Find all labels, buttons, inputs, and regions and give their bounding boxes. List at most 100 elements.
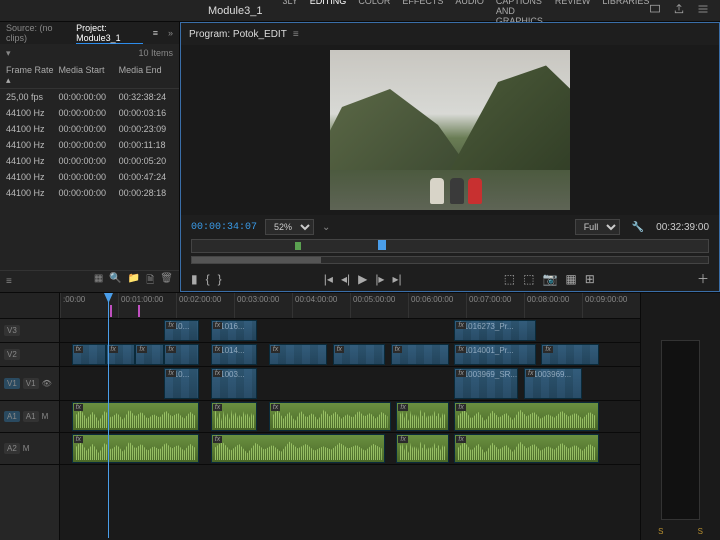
search-icon[interactable]: 🔍 bbox=[109, 273, 121, 290]
source-patch-v1[interactable]: V1 bbox=[4, 378, 20, 389]
step-back-icon[interactable]: ◂| bbox=[341, 272, 350, 286]
video-clip[interactable]: fx bbox=[72, 344, 107, 365]
col-media-end[interactable]: Media End bbox=[119, 65, 173, 86]
video-clip[interactable]: fxP1014001_Pr... bbox=[454, 344, 535, 365]
audio-meter[interactable] bbox=[661, 340, 700, 520]
audio-clip[interactable]: fx bbox=[396, 434, 448, 463]
play-icon[interactable]: ▶ bbox=[358, 272, 367, 286]
bin-row[interactable]: 44100 Hz00:00:00:0000:00:03:16 bbox=[0, 105, 179, 121]
program-tab[interactable]: Program: Potok_EDIT bbox=[189, 29, 287, 40]
mute-icon[interactable]: M bbox=[23, 444, 30, 453]
audio-clip[interactable]: fx bbox=[454, 402, 599, 431]
track-lanes[interactable]: fxP10...fxP1016...fxP1016273_Pr... fxfxf… bbox=[60, 319, 640, 540]
audio-clip[interactable]: fx bbox=[211, 402, 257, 431]
panel-expand-icon[interactable]: » bbox=[168, 28, 173, 38]
timeline-playhead[interactable] bbox=[108, 293, 109, 538]
video-clip[interactable]: fx bbox=[164, 344, 199, 365]
fx-badge: fx bbox=[456, 322, 465, 329]
workspace-menu-icon[interactable] bbox=[697, 3, 709, 18]
ruler-tick: 00:05:00:00 bbox=[350, 293, 408, 318]
track-header-a1[interactable]: A1A1M bbox=[0, 401, 59, 433]
quick-export-icon[interactable] bbox=[649, 3, 661, 18]
video-clip[interactable]: fxP1016... bbox=[211, 320, 257, 341]
button-editor-icon[interactable]: ＋ bbox=[697, 270, 709, 287]
fx-badge: fx bbox=[393, 346, 402, 353]
bin-row[interactable]: 44100 Hz00:00:00:0000:00:23:09 bbox=[0, 121, 179, 137]
extract-icon[interactable]: ⬚ bbox=[523, 272, 534, 286]
fx-badge: fx bbox=[456, 346, 465, 353]
video-monitor[interactable] bbox=[181, 45, 719, 215]
program-time-ruler[interactable] bbox=[191, 239, 709, 253]
zoom-dropdown-icon[interactable]: ⌄ bbox=[322, 222, 330, 233]
solo-right[interactable]: S bbox=[698, 527, 703, 536]
bin-row[interactable]: 44100 Hz00:00:00:0000:00:11:18 bbox=[0, 137, 179, 153]
title-bar: Module3_1 3LY EDITING COLOR EFFECTS AUDI… bbox=[0, 0, 720, 22]
export-frame-icon[interactable]: 📷 bbox=[542, 272, 557, 286]
video-clip[interactable]: fx bbox=[391, 344, 449, 365]
new-bin-icon[interactable]: 📁 bbox=[128, 273, 140, 290]
tab-source[interactable]: Source: (no clips) bbox=[6, 23, 66, 43]
share-icon[interactable] bbox=[673, 3, 685, 18]
audio-clip[interactable]: fx bbox=[72, 434, 200, 463]
delete-icon[interactable]: 🗑 bbox=[160, 273, 173, 290]
freeform-view-icon[interactable]: ▦ bbox=[94, 273, 103, 290]
audio-clip[interactable]: fx bbox=[396, 402, 448, 431]
ruler-marker[interactable] bbox=[295, 242, 301, 250]
comparison-view-icon[interactable]: ▦ bbox=[565, 272, 576, 286]
bin-row[interactable]: 44100 Hz00:00:00:0000:00:47:24 bbox=[0, 169, 179, 185]
timecode-out: 00:32:39:00 bbox=[656, 222, 709, 233]
program-panel-menu-icon[interactable]: ≡ bbox=[293, 29, 299, 40]
mark-in-icon[interactable]: { bbox=[206, 272, 210, 286]
timecode-in[interactable]: 00:00:34:07 bbox=[191, 222, 257, 233]
video-clip[interactable]: fx bbox=[333, 344, 385, 365]
video-clip[interactable]: fx bbox=[269, 344, 327, 365]
fx-badge: fx bbox=[213, 436, 222, 443]
step-forward-icon[interactable]: |▸ bbox=[375, 272, 384, 286]
bin-list[interactable]: 25,00 fps00:00:00:0000:32:38:2444100 Hz0… bbox=[0, 89, 179, 270]
source-patch-a1[interactable]: A1 bbox=[4, 411, 20, 422]
bin-row[interactable]: 25,00 fps00:00:00:0000:32:38:24 bbox=[0, 89, 179, 105]
mute-icon[interactable]: M bbox=[42, 412, 49, 421]
bin-row[interactable]: 44100 Hz00:00:00:0000:00:05:20 bbox=[0, 153, 179, 169]
panel-menu-icon[interactable]: ≡ bbox=[153, 28, 158, 38]
video-clip[interactable]: fxP1003... bbox=[211, 368, 257, 399]
settings-wrench-icon[interactable]: 🔧 bbox=[632, 222, 644, 233]
track-header-v1[interactable]: V1V1👁 bbox=[0, 367, 59, 401]
list-view-icon[interactable]: ≡ bbox=[6, 276, 12, 287]
tab-project[interactable]: Project: Module3_1 bbox=[76, 23, 143, 44]
bin-filter-icon[interactable]: ▾ bbox=[6, 48, 11, 59]
col-framerate[interactable]: Frame Rate ▴ bbox=[6, 65, 58, 86]
toggle-track-output-icon[interactable]: 👁 bbox=[42, 379, 52, 388]
zoom-select[interactable]: 52% bbox=[265, 219, 314, 235]
bin-row[interactable]: 44100 Hz00:00:00:0000:00:28:18 bbox=[0, 185, 179, 201]
track-header-v2[interactable]: V2 bbox=[0, 343, 59, 367]
video-clip[interactable]: fxP10... bbox=[164, 320, 199, 341]
track-header-v3[interactable]: V3 bbox=[0, 319, 59, 343]
go-to-out-icon[interactable]: ▸| bbox=[392, 272, 401, 286]
new-item-icon[interactable]: 🗎 bbox=[146, 273, 154, 290]
video-clip[interactable]: fx bbox=[106, 344, 135, 365]
video-clip[interactable]: fx bbox=[135, 344, 164, 365]
video-clip[interactable]: fxP1003969_SR... bbox=[454, 368, 518, 399]
ruler-playhead[interactable] bbox=[378, 240, 386, 250]
timeline-ruler[interactable]: :00:0000:01:00:0000:02:00:0000:03:00:000… bbox=[0, 293, 640, 319]
col-media-start[interactable]: Media Start bbox=[58, 65, 118, 86]
video-clip[interactable]: fxP1014... bbox=[211, 344, 257, 365]
resolution-select[interactable]: Full bbox=[575, 219, 620, 235]
lift-icon[interactable]: ⬚ bbox=[504, 272, 515, 286]
video-clip[interactable]: fxP1016273_Pr... bbox=[454, 320, 535, 341]
solo-left[interactable]: S bbox=[658, 527, 663, 536]
add-marker-icon[interactable]: ▮ bbox=[191, 272, 198, 286]
video-clip[interactable]: fxP10... bbox=[164, 368, 199, 399]
video-clip[interactable]: fx bbox=[541, 344, 599, 365]
track-header-a2[interactable]: A2M bbox=[0, 433, 59, 465]
program-scrub-bar[interactable] bbox=[191, 256, 709, 264]
audio-clip[interactable]: fx bbox=[454, 434, 599, 463]
audio-clip[interactable]: fx bbox=[211, 434, 385, 463]
audio-clip[interactable]: fx bbox=[72, 402, 200, 431]
mark-out-icon[interactable]: } bbox=[218, 272, 222, 286]
safe-margins-icon[interactable]: ⊞ bbox=[585, 272, 595, 286]
audio-clip[interactable]: fx bbox=[269, 402, 391, 431]
go-to-in-icon[interactable]: |◂ bbox=[324, 272, 333, 286]
video-clip[interactable]: fxP1003969... bbox=[524, 368, 582, 399]
